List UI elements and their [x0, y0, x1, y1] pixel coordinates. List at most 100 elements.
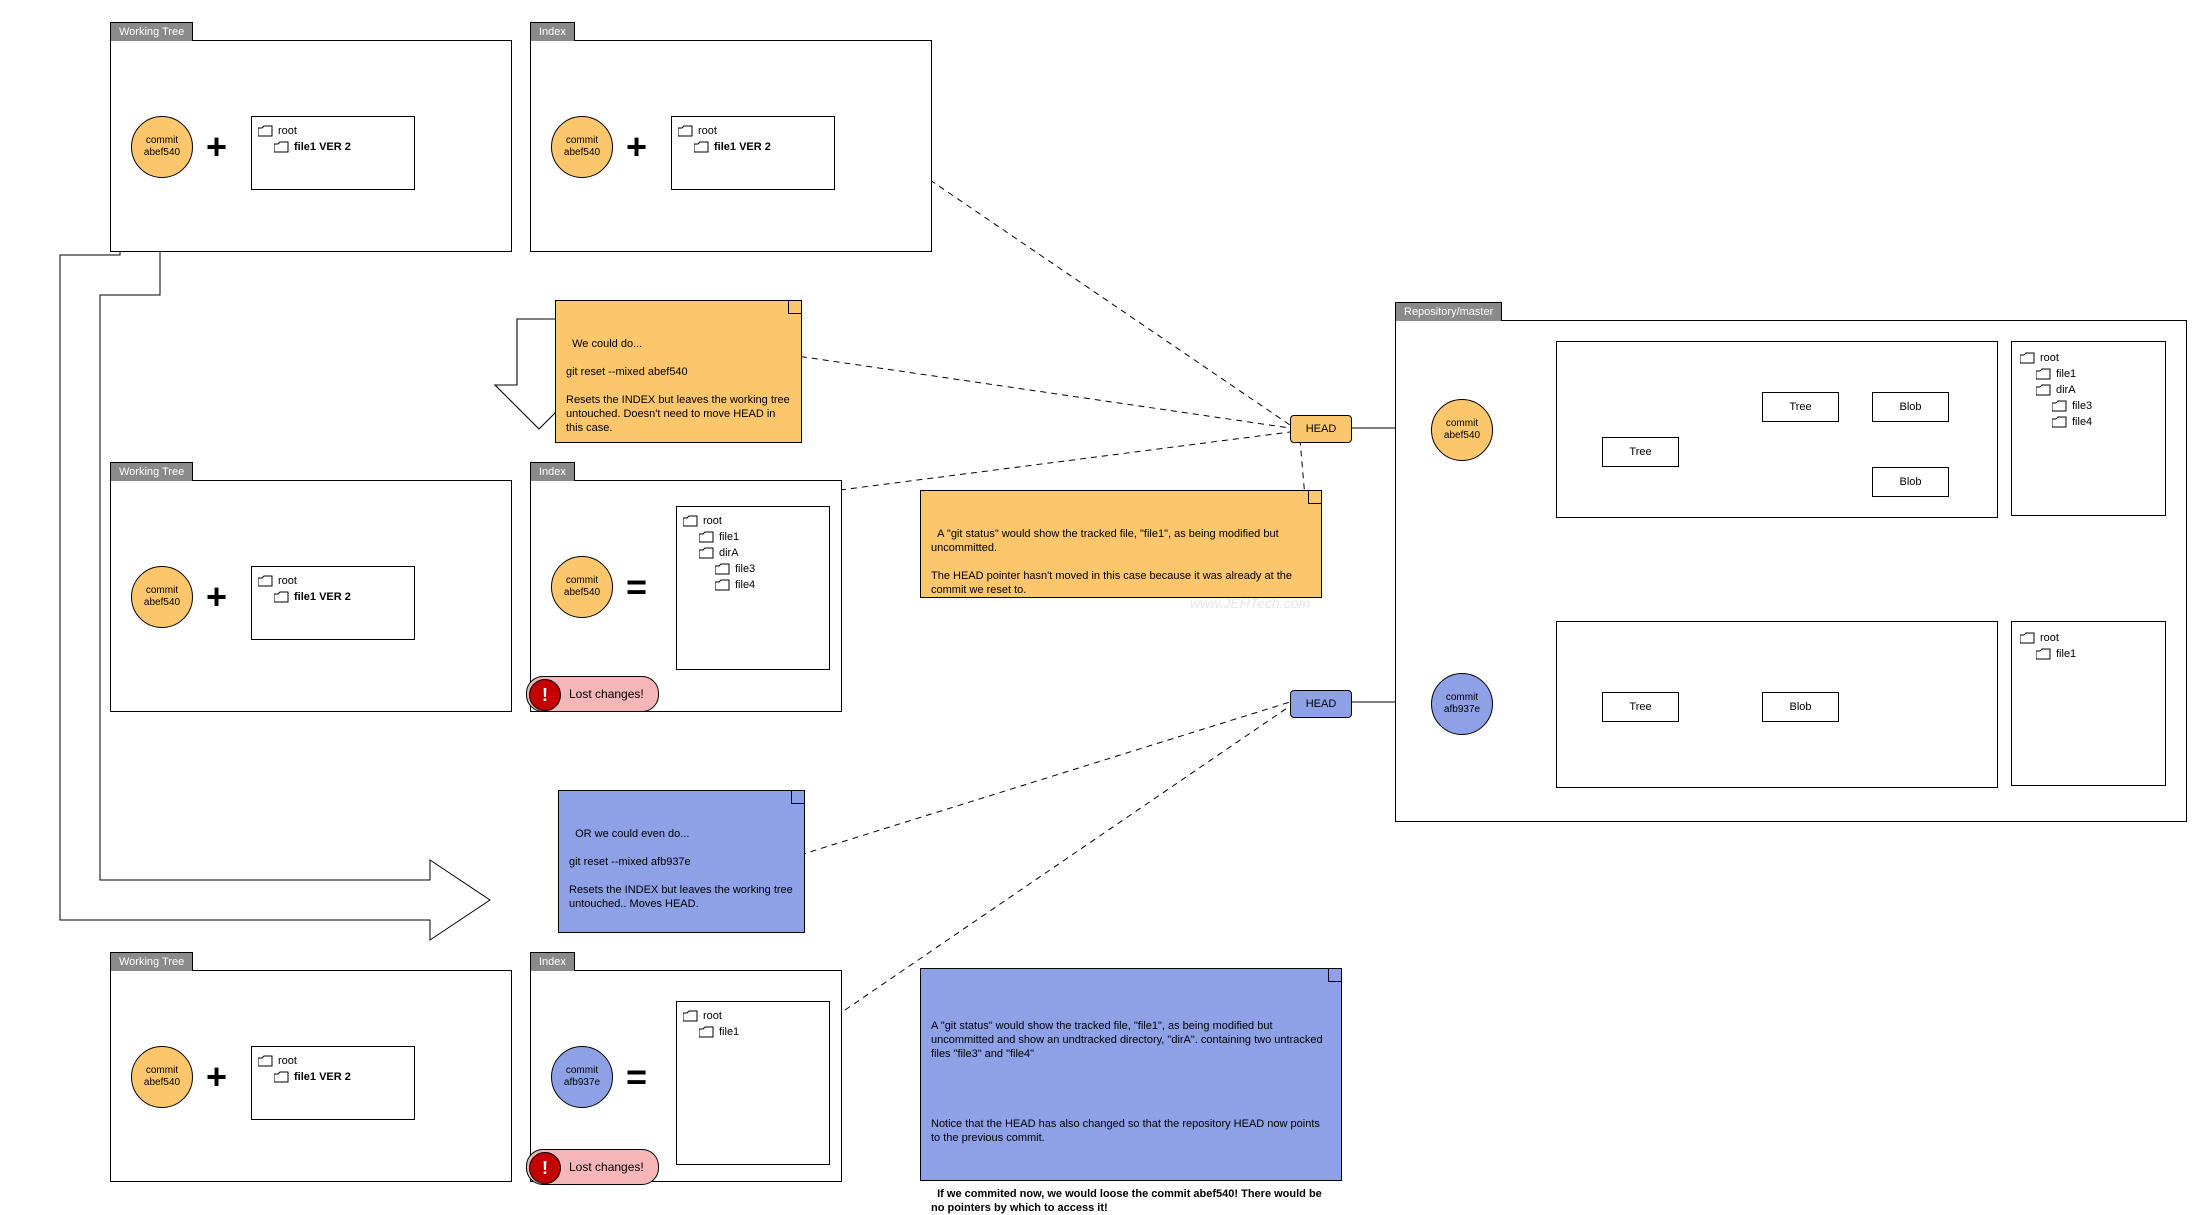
folder-icon	[715, 563, 731, 575]
commit-node: commit abef540	[131, 566, 193, 628]
label-blob: Blob	[1789, 701, 1811, 713]
head-pointer-blue: HEAD	[1290, 690, 1352, 718]
panel-tab: Index	[530, 22, 575, 41]
label-root: root	[278, 1053, 297, 1069]
label-dira: dirA	[2056, 382, 2076, 398]
tree-box: Tree	[1762, 392, 1839, 422]
panel-tab: Index	[530, 462, 575, 481]
tree-node-file1: file1	[2020, 366, 2157, 382]
folder-icon	[274, 591, 290, 603]
commit-label: commit	[566, 135, 598, 147]
label-root: root	[703, 513, 722, 529]
head-label: HEAD	[1306, 698, 1337, 710]
commit-node: commit abef540	[131, 116, 193, 178]
label-tree: Tree	[1789, 401, 1811, 413]
subpanel-graph-upper: Tree Tree Blob Blob	[1556, 341, 1998, 518]
label-blob: Blob	[1899, 476, 1921, 488]
file-tree-box: root file1	[676, 1001, 830, 1165]
blob-box: Blob	[1762, 692, 1839, 722]
head-label: HEAD	[1306, 423, 1337, 435]
note-text: We could do... git reset --mixed abef540…	[566, 338, 793, 434]
folder-icon	[2052, 416, 2068, 428]
panel-index-1: Index commit abef540 + root file1 VER 2	[530, 40, 932, 252]
subpanel-graph-lower: Tree Blob	[1556, 621, 1998, 788]
label-file3: file3	[2072, 398, 2092, 414]
commit-label: commit	[146, 135, 178, 147]
folder-icon	[2020, 352, 2036, 364]
label-file1ver2: file1 VER 2	[294, 589, 351, 605]
commit-node: commit abef540	[551, 556, 613, 618]
commit-label: commit	[146, 585, 178, 597]
label-file4: file4	[735, 577, 755, 593]
folder-icon	[2052, 400, 2068, 412]
commit-hash: abef540	[564, 147, 600, 159]
tree-node-root: root	[258, 123, 408, 139]
commit-hash: afb937e	[1444, 704, 1480, 716]
head-pointer-gold: HEAD	[1290, 415, 1352, 443]
commit-label: commit	[566, 1065, 598, 1077]
commit-label: commit	[566, 575, 598, 587]
label-file1ver2: file1 VER 2	[294, 139, 351, 155]
folder-icon	[699, 1026, 715, 1038]
tree-node-file1: file1	[2020, 646, 2157, 662]
commit-node: commit abef540	[1431, 399, 1493, 461]
label-root: root	[2040, 350, 2059, 366]
file-tree-box: root file1 VER 2	[671, 116, 835, 190]
label-file4: file4	[2072, 414, 2092, 430]
label-file3: file3	[735, 561, 755, 577]
tree-box: Tree	[1602, 437, 1679, 467]
warning-icon: !	[529, 679, 561, 711]
equals-icon: =	[626, 569, 647, 605]
label-dira: dirA	[719, 545, 739, 561]
folder-icon	[274, 141, 290, 153]
commit-hash: abef540	[144, 147, 180, 159]
folder-icon	[2036, 384, 2052, 396]
panel-tab: Working Tree	[110, 462, 193, 481]
folder-icon	[699, 547, 715, 559]
folder-icon	[2036, 368, 2052, 380]
tree-node-dira: dirA	[683, 545, 823, 561]
tree-node-root: root	[678, 123, 828, 139]
folder-icon	[683, 1010, 699, 1022]
commit-node-blue: commit afb937e	[551, 1046, 613, 1108]
plus-icon: +	[206, 579, 227, 615]
note-reset-mixed-1: We could do... git reset --mixed abef540…	[555, 300, 802, 443]
note-corner-icon	[788, 301, 801, 314]
tree-node-file1v2: file1 VER 2	[258, 1069, 408, 1085]
blob-box: Blob	[1872, 467, 1949, 497]
note-status-2: A "git status" would show the tracked fi…	[920, 968, 1342, 1181]
panel-tab: Working Tree	[110, 22, 193, 41]
folder-icon	[274, 1071, 290, 1083]
label-file1ver2: file1 VER 2	[714, 139, 771, 155]
tree-node-file1v2: file1 VER 2	[258, 589, 408, 605]
warning-icon: !	[529, 1152, 561, 1184]
commit-hash: abef540	[144, 1077, 180, 1089]
subpanel-files-lower: root file1	[2011, 621, 2166, 786]
tree-box: Tree	[1602, 692, 1679, 722]
folder-icon	[694, 141, 710, 153]
folder-icon	[258, 575, 274, 587]
note-corner-icon	[1308, 491, 1321, 504]
lost-changes-badge: ! Lost changes!	[526, 1149, 659, 1185]
commit-node: commit abef540	[551, 116, 613, 178]
folder-icon	[258, 125, 274, 137]
panel-working-tree-1: Working Tree commit abef540 + root file1…	[110, 40, 512, 252]
tree-node-file4: file4	[683, 577, 823, 593]
tree-node-root: root	[258, 573, 408, 589]
label-tree: Tree	[1629, 446, 1651, 458]
tree-node-file3: file3	[683, 561, 823, 577]
tree-node-root: root	[683, 1008, 823, 1024]
note-text: A "git status" would show the tracked fi…	[931, 1019, 1331, 1061]
label-file1: file1	[2056, 366, 2076, 382]
commit-hash: abef540	[144, 597, 180, 609]
note-corner-icon	[791, 791, 804, 804]
plus-icon: +	[626, 129, 647, 165]
label-file1: file1	[719, 1024, 739, 1040]
panel-index-2: Index commit abef540 = root file1 dirA f…	[530, 480, 842, 712]
label-file1: file1	[719, 529, 739, 545]
commit-hash: abef540	[564, 587, 600, 599]
label-blob: Blob	[1899, 401, 1921, 413]
folder-icon	[258, 1055, 274, 1067]
note-text-bold: If we commited now, we would loose the c…	[931, 1188, 1325, 1214]
folder-icon	[699, 531, 715, 543]
